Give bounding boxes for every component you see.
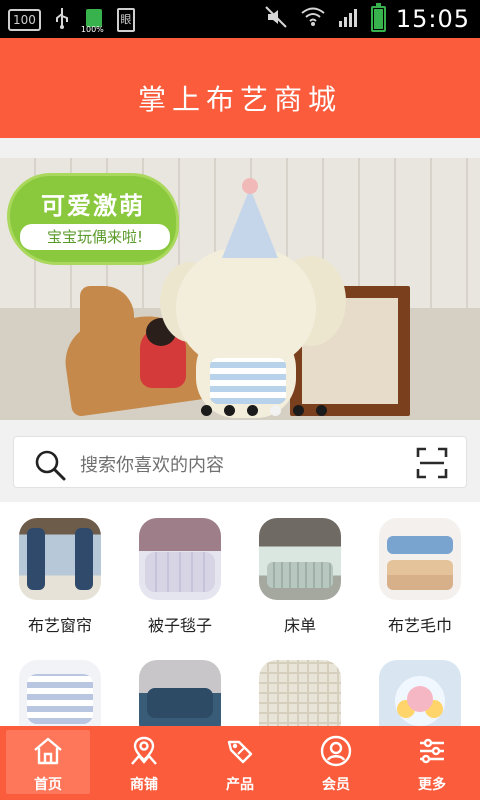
banner-carousel[interactable]: 可爱激萌 宝宝玩偶来啦! [0,158,480,420]
carousel-dots [0,405,480,416]
banner-toy-horse-head [80,286,134,346]
status-bar: 100 100% 眼 15:05 [0,0,480,38]
tab-member[interactable]: 会员 [288,726,384,800]
tab-more[interactable]: 更多 [384,726,480,800]
storage-icon: 100 [8,9,41,31]
signal-icon [337,5,361,33]
category-label: 床单 [283,616,316,635]
member-icon [288,734,384,768]
banner-badge: 可爱激萌 宝宝玩偶来啦! [10,176,176,262]
category-label: 布艺窗帘 [27,616,92,635]
status-left-icons: 100 100% 眼 [8,6,135,34]
bedsheet-image[interactable] [259,518,341,600]
settings-sliders-icon [384,734,480,768]
banner-badge-subtitle: 宝宝玩偶来啦! [20,224,170,250]
carousel-dot[interactable] [316,405,327,416]
store-icon [96,734,192,768]
status-right-icons: 15:05 [263,3,470,34]
note-icon: 眼 [116,8,135,32]
product-tag-icon [192,734,288,768]
wifi-icon [299,4,327,34]
home-icon [0,734,96,768]
search-icon[interactable] [32,447,68,483]
page-title: 掌上布艺商城 [137,83,342,116]
banner-badge-title: 可爱激萌 [41,192,145,220]
tab-store[interactable]: 商铺 [96,726,192,800]
app-header: 掌上布艺商城 [0,38,480,138]
quilt-image[interactable] [139,518,221,600]
category-label: 被子毯子 [147,616,212,635]
mute-icon [263,4,289,34]
carousel-dot[interactable] [247,405,258,416]
category-item[interactable]: 被子毯子 [120,518,240,636]
elephant-hat [222,188,278,258]
tab-label: 商铺 [130,777,158,793]
tab-label: 更多 [418,777,446,793]
search-input[interactable]: 搜索你喜欢的内容 [13,436,467,488]
battery-small-icon: 100% [81,7,105,34]
carousel-dot-active[interactable] [270,405,281,416]
carousel-dot[interactable] [293,405,304,416]
battery-icon [370,3,386,32]
tab-home[interactable]: 首页 [0,726,96,800]
elephant-overalls [210,358,286,404]
category-grid: 布艺窗帘 被子毯子 床单 布艺毛巾 [0,502,480,742]
category-item[interactable]: 布艺毛巾 [360,518,480,636]
tab-label: 会员 [322,777,350,793]
elephant-hat-pom [242,178,258,194]
elephant-head [176,248,316,368]
scan-icon[interactable] [414,445,450,481]
curtain-image[interactable] [19,518,101,600]
search-placeholder: 搜索你喜欢的内容 [80,455,224,476]
category-item[interactable]: 床单 [240,518,360,636]
category-item[interactable]: 布艺窗帘 [0,518,120,636]
bottom-tabbar: 首页 商铺 产品 会员 更多 [0,726,480,800]
tab-label: 产品 [226,777,254,793]
carousel-dot[interactable] [201,405,212,416]
search-area: 搜索你喜欢的内容 [0,420,480,502]
tab-label: 首页 [34,777,62,793]
category-label: 布艺毛巾 [387,616,452,635]
carousel-dot[interactable] [224,405,235,416]
usb-icon [53,6,71,34]
clock: 15:05 [395,5,470,33]
towel-image[interactable] [379,518,461,600]
tab-products[interactable]: 产品 [192,726,288,800]
